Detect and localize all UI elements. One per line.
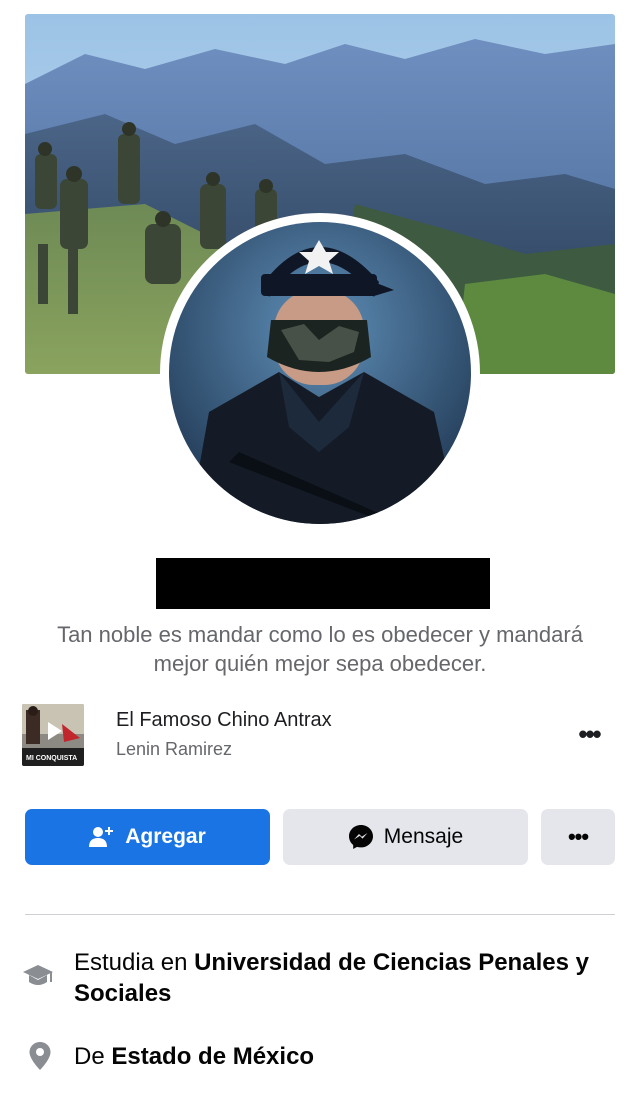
message-label: Mensaje	[383, 825, 464, 848]
person-plus-icon	[89, 826, 115, 848]
location-prefix: De	[74, 1043, 112, 1070]
section-divider	[25, 914, 615, 915]
featured-more-button[interactable]: •••	[574, 721, 604, 747]
profile-avatar[interactable]	[169, 222, 471, 524]
profile-picture-image	[169, 222, 471, 524]
messenger-icon	[348, 824, 374, 850]
featured-artist: Lenin Ramirez	[116, 739, 233, 759]
profile-bio: Tan noble es mandar como lo es obedecer …	[57, 622, 583, 676]
featured-album-thumbnail[interactable]: MI CONQUISTA	[22, 704, 84, 766]
location-info: De Estado de México	[22, 1041, 612, 1075]
map-pin-icon	[28, 1041, 52, 1079]
redacted-profile-name	[156, 558, 490, 609]
location-place[interactable]: Estado de México	[111, 1043, 314, 1070]
message-button[interactable]: Mensaje	[283, 809, 528, 865]
add-friend-button[interactable]: Agregar	[25, 809, 270, 865]
education-info: Estudia en Universidad de Ciencias Penal…	[22, 947, 612, 1011]
location-text: De Estado de México	[74, 1041, 594, 1072]
graduation-cap-icon	[22, 961, 54, 997]
thumbnail-text: MI CONQUISTA	[26, 755, 77, 762]
featured-title: El Famoso Chino Antrax	[116, 709, 332, 731]
education-text: Estudia en Universidad de Ciencias Penal…	[74, 947, 594, 1009]
add-friend-label: Agregar	[125, 825, 206, 848]
more-options-button[interactable]: •••	[541, 809, 615, 865]
education-prefix: Estudia en	[74, 949, 195, 976]
featured-music-item[interactable]: MI CONQUISTA El Famoso Chino Antrax Leni…	[22, 704, 618, 766]
